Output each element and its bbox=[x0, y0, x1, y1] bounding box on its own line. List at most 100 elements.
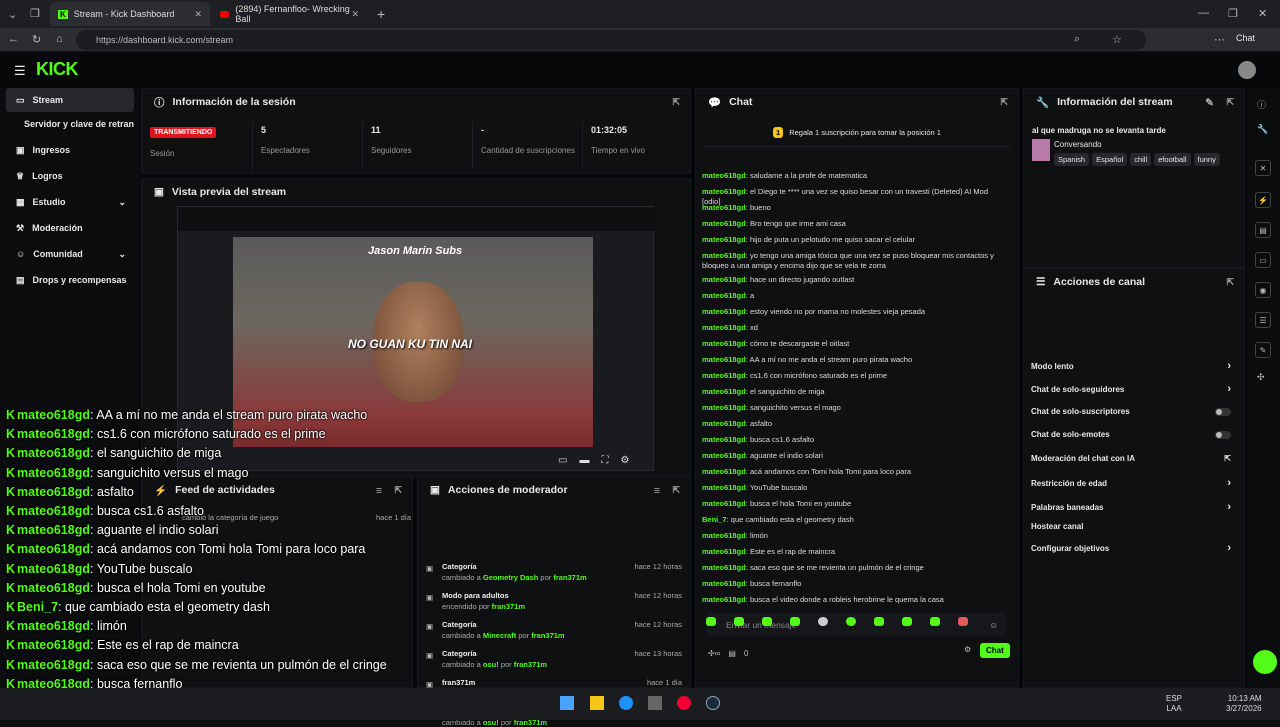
chat-username[interactable]: mateo618gd bbox=[702, 467, 746, 476]
chat-username[interactable]: mateo618gd bbox=[702, 171, 746, 180]
rail-broadcast-icon[interactable]: ◉ bbox=[1255, 282, 1271, 298]
home-icon[interactable]: ⌂ bbox=[56, 33, 63, 45]
chat-username[interactable]: mateo618gd bbox=[702, 451, 746, 460]
chat-username[interactable]: mateo618gd bbox=[702, 323, 746, 332]
channel-action-item[interactable]: Modo lento › bbox=[1031, 360, 1231, 372]
sidebar-item-comunidad[interactable]: ☺ Comunidad ⌄ bbox=[6, 242, 134, 266]
chat-username[interactable]: mateo618gd bbox=[702, 355, 746, 364]
chat-username[interactable]: mateo618gd bbox=[702, 387, 746, 396]
chat-message[interactable]: mateo618gd: acá andamos con Tomi hola To… bbox=[702, 467, 1007, 477]
theater-icon[interactable]: ▬ bbox=[579, 455, 589, 466]
chat-settings-icon[interactable]: ⚙ bbox=[964, 645, 971, 654]
chat-username[interactable]: mateo618gd bbox=[702, 251, 746, 260]
chat-message[interactable]: mateo618gd: busca el hola Tomi en youtub… bbox=[702, 499, 1007, 509]
chat-username[interactable]: mateo618gd bbox=[702, 219, 746, 228]
emote-icon[interactable] bbox=[762, 617, 772, 626]
tab-youtube[interactable]: (2894) Fernanfloo- Wrecking Ball ✕ bbox=[212, 2, 367, 26]
refresh-icon[interactable]: ↻ bbox=[32, 33, 41, 46]
minimize-icon[interactable]: — bbox=[1198, 7, 1209, 19]
chat-username[interactable]: mateo618gd bbox=[702, 419, 746, 428]
rail-list-icon[interactable]: ☰ bbox=[1255, 312, 1271, 328]
emote-icon[interactable] bbox=[706, 617, 716, 626]
chat-username[interactable]: mateo618gd bbox=[702, 435, 746, 444]
chat-username[interactable]: mateo618gd bbox=[702, 275, 746, 284]
chat-username[interactable]: mateo618gd bbox=[702, 187, 746, 196]
emote-icon[interactable] bbox=[958, 617, 968, 626]
url-input[interactable]: https://dashboard.kick.com/stream bbox=[76, 30, 1146, 50]
popout-icon[interactable]: ⇱ bbox=[1000, 97, 1008, 108]
channel-action-item[interactable]: Chat de solo-seguidores › bbox=[1031, 383, 1231, 395]
chat-message[interactable]: mateo618gd: saludame a la profe de matem… bbox=[702, 171, 1007, 181]
chat-message[interactable]: mateo618gd: cómo te descargaste el oitla… bbox=[702, 339, 1007, 349]
chat-message[interactable]: mateo618gd: bueno bbox=[702, 203, 1007, 213]
rail-bolt-icon[interactable]: ⚡ bbox=[1255, 192, 1271, 208]
chat-username[interactable]: mateo618gd bbox=[702, 339, 746, 348]
sidebar-item-moderacion[interactable]: ⚒ Moderación bbox=[6, 216, 134, 240]
sidebar-item-stream[interactable]: ▭ Stream bbox=[6, 88, 134, 112]
chat-message[interactable]: mateo618gd: asfalto bbox=[702, 419, 1007, 429]
chat-message[interactable]: mateo618gd: busca cs1.6 asfalto bbox=[702, 435, 1007, 445]
settings-icon[interactable]: ⚙ bbox=[620, 455, 629, 466]
points-icon[interactable]: ✣∞ bbox=[708, 649, 720, 658]
clock[interactable]: 10:13 AM 3/27/2026 bbox=[1226, 694, 1262, 714]
app-icon[interactable] bbox=[677, 696, 691, 710]
emote-icon[interactable] bbox=[734, 617, 744, 626]
action-user[interactable]: fran371m bbox=[553, 573, 586, 582]
chat-message[interactable]: mateo618gd: Este es el rap de maincra bbox=[702, 547, 1007, 557]
chat-message[interactable]: mateo618gd: yo tengo una amiga tóxica qu… bbox=[702, 251, 1007, 271]
popout-icon[interactable]: ⇱ bbox=[672, 485, 680, 496]
chat-message[interactable]: mateo618gd: AA a mí no me anda el stream… bbox=[702, 355, 1007, 365]
rail-tool-icon[interactable]: ✕ bbox=[1255, 160, 1271, 176]
sidebar-item-ingresos[interactable]: ▣ Ingresos bbox=[6, 138, 134, 162]
emoji-icon[interactable]: ☺ bbox=[989, 620, 998, 630]
chat-username[interactable]: mateo618gd bbox=[702, 563, 746, 572]
channel-action-item[interactable]: Restricción de edad › bbox=[1031, 477, 1231, 489]
chat-username[interactable]: Beni_7 bbox=[702, 515, 727, 524]
emote-icon[interactable] bbox=[818, 617, 828, 626]
filter-icon[interactable]: ≡ bbox=[654, 485, 660, 497]
help-button[interactable] bbox=[1253, 650, 1277, 674]
sidebar-item-server[interactable]: Servidor y clave de retransm bbox=[6, 112, 134, 136]
channel-action-item[interactable]: Chat de solo-emotes bbox=[1031, 430, 1231, 439]
chat-message[interactable]: mateo618gd: sanguichito versus el mago bbox=[702, 403, 1007, 413]
close-tab-icon[interactable]: ✕ bbox=[194, 9, 202, 20]
chat-message[interactable]: mateo618gd: hijo de puta un pelotudo me … bbox=[702, 235, 1007, 245]
emote-icon[interactable] bbox=[902, 617, 912, 626]
tab-actions-icon[interactable]: ⌄ bbox=[8, 8, 17, 21]
chat-message[interactable]: mateo618gd: YouTube buscalo bbox=[702, 483, 1007, 493]
more-icon[interactable]: ⋯ bbox=[1214, 33, 1225, 46]
emote-icon[interactable] bbox=[930, 617, 940, 626]
file-explorer-icon[interactable] bbox=[590, 696, 604, 710]
close-tab-icon[interactable]: ✕ bbox=[351, 9, 359, 20]
edit-icon[interactable]: ✎ bbox=[1205, 97, 1214, 109]
gift-icon[interactable]: ▤ bbox=[728, 649, 736, 658]
sidebar-item-drops[interactable]: ▤ Drops y recompensas bbox=[6, 268, 134, 292]
chat-username[interactable]: mateo618gd bbox=[702, 235, 746, 244]
emote-icon[interactable] bbox=[846, 617, 856, 626]
back-icon[interactable]: ← bbox=[8, 33, 19, 45]
chat-message[interactable]: mateo618gd: cs1.6 con micrófono saturado… bbox=[702, 371, 1007, 381]
channel-action-item[interactable]: Palabras baneadas › bbox=[1031, 501, 1231, 513]
popout-icon[interactable]: ⇱ bbox=[672, 97, 680, 108]
copilot-chat-button[interactable]: Chat bbox=[1236, 33, 1255, 43]
channel-action-item[interactable]: Hostear canal bbox=[1031, 522, 1231, 531]
channel-action-item[interactable]: Chat de solo-suscriptores bbox=[1031, 407, 1231, 416]
channel-action-item[interactable]: Moderación del chat con IA ⇱ bbox=[1031, 454, 1231, 463]
rail-chat-icon[interactable]: ▭ bbox=[1255, 252, 1271, 268]
zoom-icon[interactable]: ⌕ bbox=[1074, 33, 1080, 46]
rail-wrench-icon[interactable]: ✎ bbox=[1255, 342, 1271, 358]
chat-message[interactable]: mateo618gd: busca el video donde a roble… bbox=[702, 595, 1007, 605]
menu-icon[interactable]: ☰ bbox=[14, 63, 26, 79]
avatar[interactable] bbox=[1238, 61, 1256, 79]
chat-username[interactable]: mateo618gd bbox=[702, 579, 746, 588]
chat-username[interactable]: mateo618gd bbox=[702, 291, 746, 300]
kick-logo[interactable]: KICK bbox=[36, 59, 79, 80]
maximize-icon[interactable]: ❐ bbox=[1228, 7, 1238, 20]
chat-message[interactable]: Beni_7: que cambiado esta el geometry da… bbox=[702, 515, 1007, 525]
popout-icon[interactable]: ⇱ bbox=[1226, 277, 1234, 288]
rail-doc-icon[interactable]: ▤ bbox=[1255, 222, 1271, 238]
chat-message[interactable]: mateo618gd: hace un directo jugando outl… bbox=[702, 275, 1007, 285]
info-circle-icon[interactable]: ⓘ bbox=[1257, 98, 1266, 111]
chat-username[interactable]: mateo618gd bbox=[702, 371, 746, 380]
language-indicator[interactable]: ESP LAA bbox=[1166, 694, 1182, 714]
